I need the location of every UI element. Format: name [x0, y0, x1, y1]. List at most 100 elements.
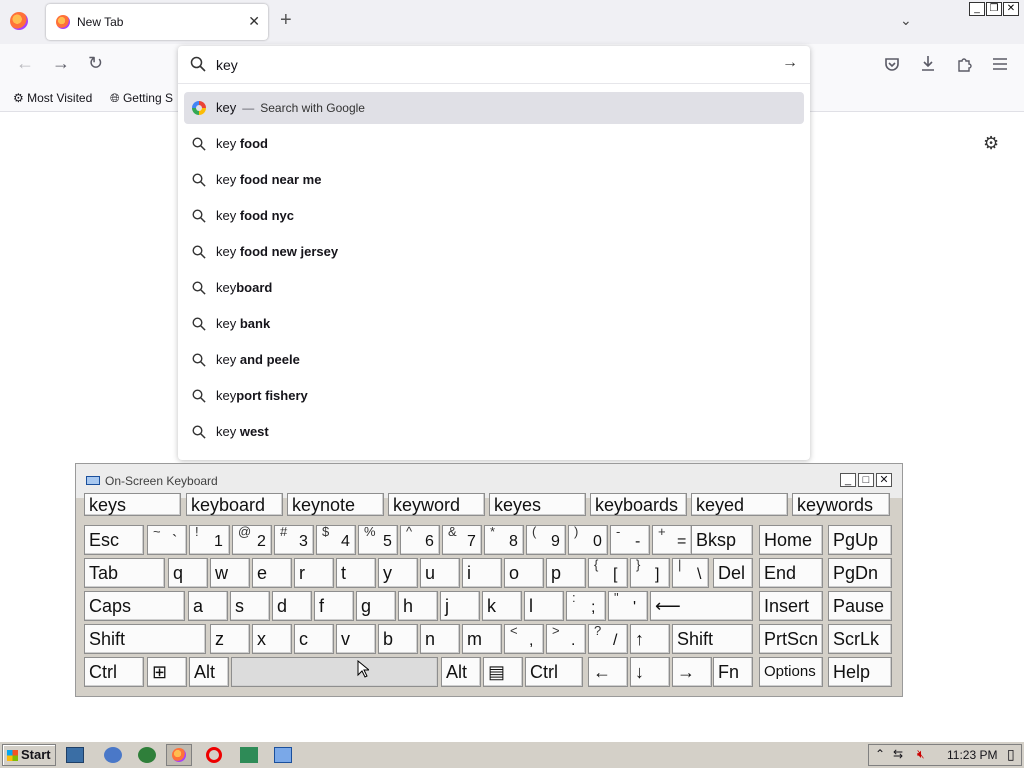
tab-new-tab[interactable]: New Tab ✕ — [46, 4, 268, 40]
key-c[interactable]: c — [294, 624, 334, 654]
ie-icon[interactable] — [104, 747, 122, 763]
key-options[interactable]: Options — [759, 657, 823, 687]
firefox-task-button[interactable] — [166, 744, 192, 766]
key-0[interactable]: ) 0 — [568, 525, 608, 555]
key-3[interactable]: #3 — [274, 525, 314, 555]
key-prtscn[interactable]: PrtScn — [759, 624, 823, 654]
key-alt[interactable]: Alt — [441, 657, 481, 687]
window-minimize-button[interactable]: _ — [969, 2, 985, 16]
osk-maximize-button[interactable]: □ — [858, 473, 874, 487]
go-arrow-icon[interactable]: → — [782, 54, 798, 72]
key-esc[interactable]: Esc — [84, 525, 144, 555]
list-all-tabs-icon[interactable]: ⌄ — [900, 12, 912, 29]
osk-minimize-button[interactable]: _ — [840, 473, 856, 487]
key-tab[interactable]: Tab — [84, 558, 165, 588]
key-b[interactable]: b — [378, 624, 418, 654]
key-sym[interactable]: ⟵ — [650, 591, 753, 621]
key-space[interactable] — [231, 657, 438, 687]
suggestion-row[interactable]: keyboard — [184, 272, 804, 304]
key-ctrl[interactable]: Ctrl — [84, 657, 144, 687]
key-g[interactable]: g — [356, 591, 396, 621]
key-m[interactable]: m — [462, 624, 502, 654]
key-sym[interactable]: | \ — [672, 558, 709, 588]
show-desktop-icon[interactable] — [66, 747, 84, 763]
bookmark-getting-started[interactable]: 🌐︎ Getting S — [110, 91, 173, 106]
spreadsheet-icon[interactable] — [240, 747, 258, 763]
clock[interactable]: 11:23 PM — [947, 748, 997, 762]
prediction-key[interactable]: keyword — [388, 493, 485, 516]
close-tab-icon[interactable]: ✕ — [248, 13, 260, 30]
key-x[interactable]: x — [252, 624, 292, 654]
suggestion-row[interactable]: key food near me — [184, 164, 804, 196]
key-alt[interactable]: Alt — [189, 657, 229, 687]
key-w[interactable]: w — [210, 558, 250, 588]
key-q[interactable]: q — [168, 558, 208, 588]
key-5[interactable]: % 5 — [358, 525, 398, 555]
prediction-key[interactable]: keys — [84, 493, 181, 516]
prediction-key[interactable]: keynote — [287, 493, 384, 516]
key-scrlk[interactable]: ScrLk — [828, 624, 892, 654]
newtab-settings-gear-icon[interactable]: ⚙ — [983, 133, 999, 154]
key-bksp[interactable]: Bksp — [691, 525, 753, 555]
search-app-icon[interactable] — [138, 747, 156, 763]
prediction-key[interactable]: keyboard — [186, 493, 283, 516]
window-restore-button[interactable]: ❐ — [986, 2, 1002, 16]
key-sym[interactable]: ? / — [588, 624, 628, 654]
key-shift[interactable]: Shift — [672, 624, 753, 654]
key-sym[interactable]: ↓ — [630, 657, 670, 687]
key-sym[interactable]: <, — [504, 624, 544, 654]
key-help[interactable]: Help — [828, 657, 892, 687]
key-a[interactable]: a — [188, 591, 228, 621]
key-sym[interactable]: " ' — [608, 591, 648, 621]
suggestion-row[interactable]: key food nyc — [184, 200, 804, 232]
address-input-value[interactable]: key — [216, 57, 238, 73]
key-sym[interactable]: ~ ` — [147, 525, 187, 555]
osk-task-icon[interactable] — [274, 747, 292, 763]
key-caps[interactable]: Caps — [84, 591, 185, 621]
key-sym[interactable]: ↑ — [630, 624, 670, 654]
prediction-key[interactable]: keyboards — [590, 493, 687, 516]
tray-expand-icon[interactable]: ⌃ — [875, 747, 885, 761]
network-icon[interactable]: ⇆ — [893, 747, 903, 761]
key-e[interactable]: e — [252, 558, 292, 588]
key-sym[interactable]: → — [672, 657, 712, 687]
notifications-icon[interactable]: ▯ — [1007, 746, 1015, 763]
prediction-key[interactable]: keyes — [489, 493, 586, 516]
volume-muted-icon[interactable]: 🔇︎ — [917, 747, 925, 762]
key-t[interactable]: t — [336, 558, 376, 588]
suggestion-row[interactable]: key and peele — [184, 344, 804, 376]
key-pause[interactable]: Pause — [828, 591, 892, 621]
key-8[interactable]: * 8 — [484, 525, 524, 555]
key-shift[interactable]: Shift — [84, 624, 206, 654]
key-sym[interactable]: >. — [546, 624, 586, 654]
key-sym[interactable]: + = — [652, 525, 692, 555]
suggestion-row[interactable]: key food new jersey — [184, 236, 804, 268]
key-i[interactable]: i — [462, 558, 502, 588]
key-v[interactable]: v — [336, 624, 376, 654]
back-button[interactable]: ← — [16, 53, 34, 74]
key-z[interactable]: z — [210, 624, 250, 654]
key-u[interactable]: u — [420, 558, 460, 588]
key-p[interactable]: p — [546, 558, 586, 588]
key-o[interactable]: o — [504, 558, 544, 588]
key-end[interactable]: End — [759, 558, 823, 588]
new-tab-button[interactable]: + — [280, 10, 292, 30]
key-f[interactable]: f — [314, 591, 354, 621]
prediction-key[interactable]: keywords — [792, 493, 890, 516]
key-pgdn[interactable]: PgDn — [828, 558, 892, 588]
key-s[interactable]: s — [230, 591, 270, 621]
key-d[interactable]: d — [272, 591, 312, 621]
extensions-icon[interactable] — [956, 56, 972, 72]
key-pgup[interactable]: PgUp — [828, 525, 892, 555]
key-l[interactable]: l — [524, 591, 564, 621]
key-sym[interactable]: -- — [610, 525, 650, 555]
key-6[interactable]: ^ 6 — [400, 525, 440, 555]
key-2[interactable]: @2 — [232, 525, 272, 555]
forward-button[interactable]: → — [52, 53, 70, 74]
key-insert[interactable]: Insert — [759, 591, 823, 621]
key-del[interactable]: Del — [713, 558, 753, 588]
key-sym[interactable]: {[ — [588, 558, 628, 588]
key-j[interactable]: j — [440, 591, 480, 621]
reload-button[interactable]: ↻ — [88, 53, 103, 74]
downloads-icon[interactable] — [920, 55, 936, 73]
